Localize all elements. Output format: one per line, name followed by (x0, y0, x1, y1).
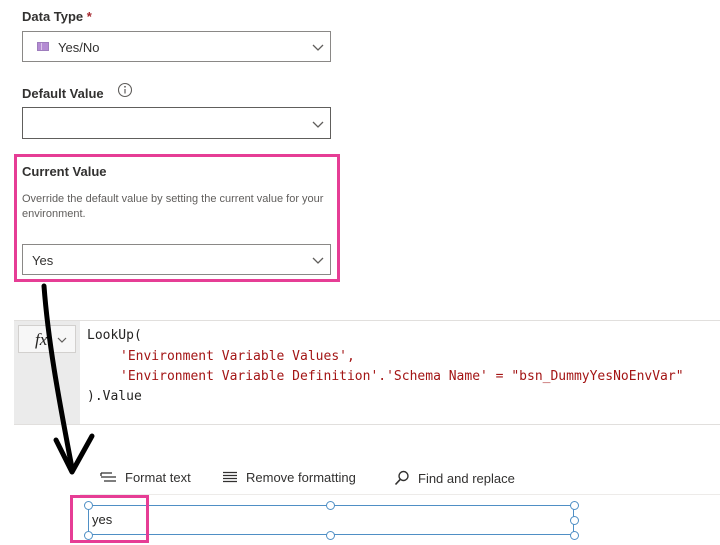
data-type-select[interactable]: Yes/No (22, 31, 331, 62)
chevron-down-icon (57, 337, 67, 343)
fx-button[interactable]: fx (18, 325, 76, 353)
search-icon (394, 470, 409, 486)
chevron-down-icon (312, 44, 324, 51)
find-replace-button[interactable]: Find and replace (394, 470, 515, 486)
resize-handle-top-right[interactable] (570, 501, 579, 510)
current-value-description: Override the default value by setting th… (22, 193, 324, 220)
format-text-button[interactable]: Format text (100, 470, 191, 485)
label-control-highlight (70, 495, 149, 543)
formula-line-4: ).Value (87, 389, 142, 404)
default-value-select[interactable] (22, 107, 331, 139)
formula-editor[interactable]: LookUp( 'Environment Variable Values', '… (80, 321, 720, 424)
required-mark: * (86, 9, 92, 24)
current-value-select[interactable]: Yes (22, 244, 331, 275)
resize-handle-top[interactable] (326, 501, 335, 510)
info-icon[interactable] (117, 82, 133, 98)
current-value-label: Current Value (22, 164, 107, 179)
default-value-label: Default Value (22, 86, 104, 101)
format-text-label: Format text (125, 470, 191, 485)
formula-line-1: LookUp( (87, 328, 142, 343)
resize-handle-bottom[interactable] (326, 531, 335, 540)
fx-icon: fx (35, 330, 48, 349)
formula-line-2: 'Environment Variable Values', (120, 349, 355, 364)
find-replace-label: Find and replace (418, 470, 515, 486)
data-type-label: Data Type * (22, 9, 92, 24)
chevron-down-icon (312, 121, 324, 128)
canvas-top-border (80, 494, 720, 495)
resize-handle-right[interactable] (570, 516, 579, 525)
chevron-down-icon (312, 257, 324, 264)
current-value-value: Yes (32, 253, 54, 268)
data-type-value: Yes/No (58, 40, 100, 55)
remove-formatting-label: Remove formatting (246, 470, 356, 485)
remove-formatting-button[interactable]: Remove formatting (222, 470, 356, 485)
formula-bar-bottom-border (14, 424, 720, 425)
resize-handle-bottom-right[interactable] (570, 531, 579, 540)
yes-no-type-icon (37, 42, 49, 51)
remove-formatting-icon (223, 471, 237, 483)
formula-line-3: 'Environment Variable Definition'.'Schem… (120, 369, 684, 384)
format-text-icon (100, 471, 116, 482)
